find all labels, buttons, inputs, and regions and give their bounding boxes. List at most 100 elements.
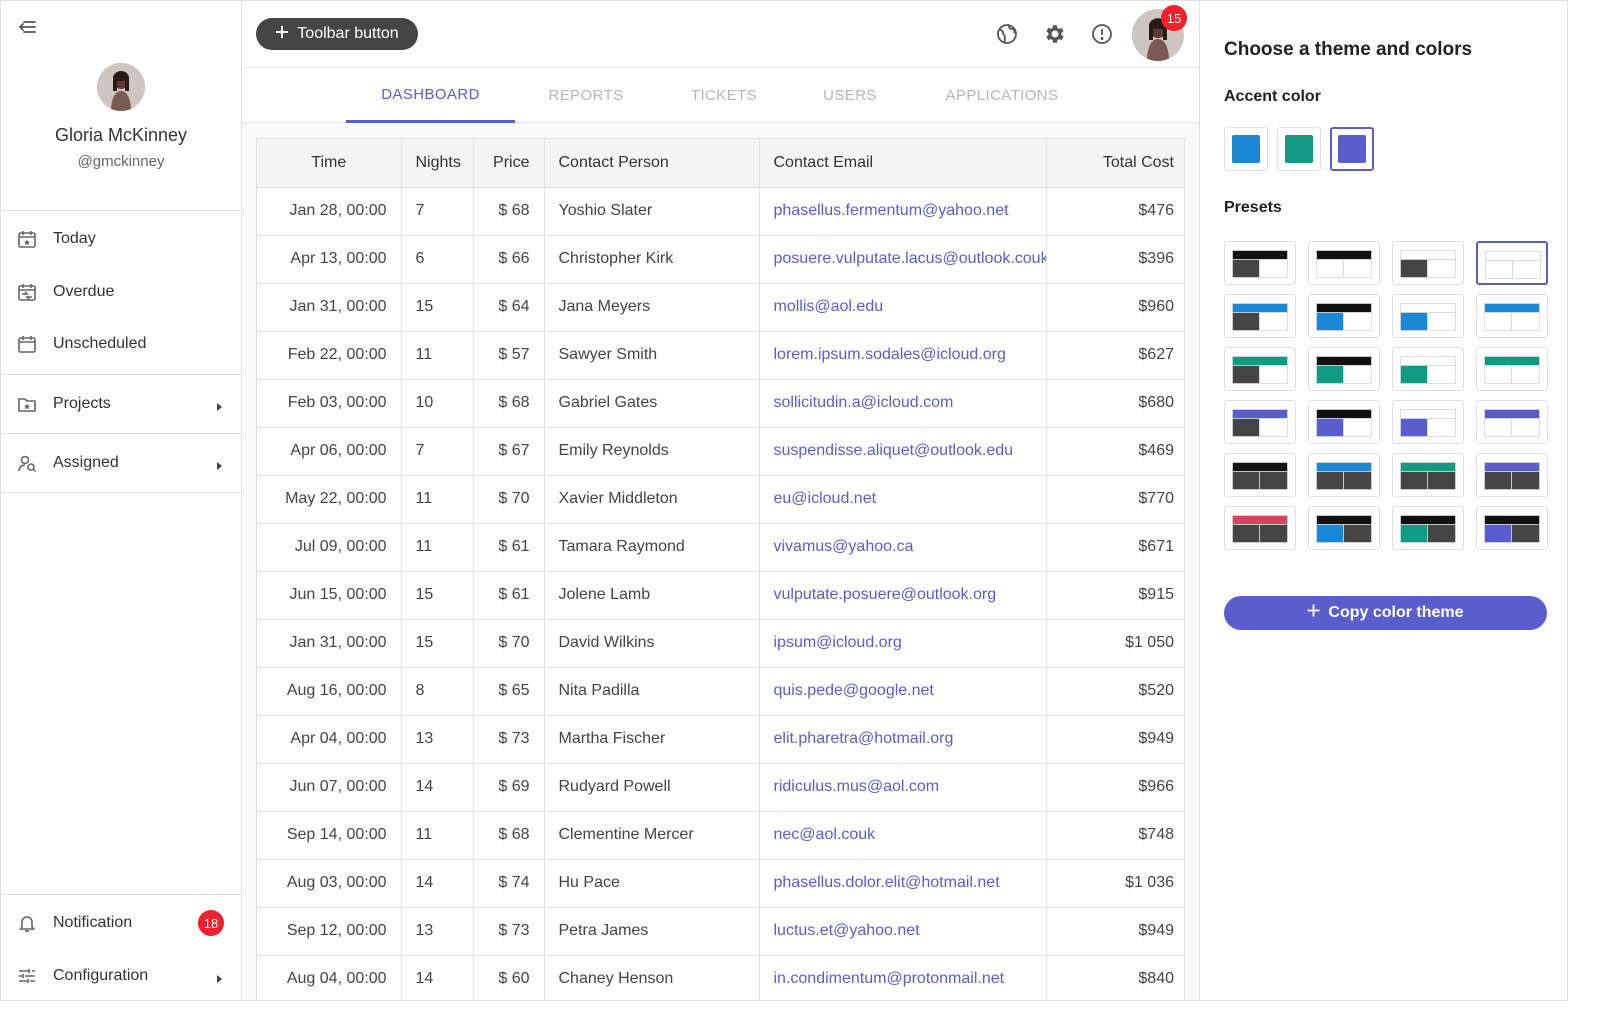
nav-item-projects[interactable]: Projects — [1, 382, 241, 426]
preset-preview — [1484, 515, 1540, 543]
cell-contact-email[interactable]: nec@aol.couk — [759, 811, 1047, 860]
accent-swatch[interactable] — [1224, 127, 1268, 171]
column-header-time[interactable]: Time — [257, 139, 402, 188]
cell-contact-email[interactable]: ipsum@icloud.org — [759, 619, 1047, 668]
cell-contact-email[interactable]: mollis@aol.edu — [759, 283, 1047, 332]
copy-color-theme-button[interactable]: Copy color theme — [1224, 596, 1547, 630]
cell-time: Jan 31, 00:00 — [257, 619, 402, 668]
table-row[interactable]: Jun 15, 00:00 15 $ 61 Jolene Lamb vulputate.… — [257, 571, 1184, 620]
profile-avatar[interactable] — [97, 63, 145, 111]
preset-option[interactable] — [1392, 506, 1464, 550]
preset-option[interactable] — [1476, 453, 1548, 497]
preset-option[interactable] — [1476, 506, 1548, 550]
preset-option[interactable] — [1308, 294, 1380, 338]
preset-option[interactable] — [1392, 241, 1464, 285]
toolbar-button[interactable]: Toolbar button — [256, 18, 418, 50]
preset-option[interactable] — [1392, 453, 1464, 497]
preset-option[interactable] — [1476, 241, 1548, 285]
cell-contact-person: Rudyard Powell — [544, 763, 760, 812]
preset-option[interactable] — [1476, 347, 1548, 391]
cell-time: Jan 28, 00:00 — [257, 187, 402, 236]
column-header-price[interactable]: Price — [473, 139, 545, 188]
cell-contact-email[interactable]: suspendisse.aliquet@outlook.edu — [759, 427, 1047, 476]
table-row[interactable]: Apr 04, 00:00 13 $ 73 Martha Fischer elit.ph… — [257, 715, 1184, 764]
cell-total-cost: $748 — [1046, 811, 1184, 860]
cell-contact-email[interactable]: phasellus.fermentum@yahoo.net — [759, 187, 1047, 236]
cell-contact-email[interactable]: sollicitudin.a@icloud.com — [759, 379, 1047, 428]
preset-option[interactable] — [1308, 241, 1380, 285]
nav-item-overdue[interactable]: Overdue — [1, 270, 241, 314]
preset-option[interactable] — [1308, 506, 1380, 550]
cell-contact-email[interactable]: ridiculus.mus@aol.com — [759, 763, 1047, 812]
table-row[interactable]: Apr 13, 00:00 6 $ 66 Christopher Kirk posuer… — [257, 235, 1184, 284]
cell-contact-email[interactable]: posuere.vulputate.lacus@outlook.couk — [759, 235, 1047, 284]
preset-option[interactable] — [1308, 347, 1380, 391]
column-header-contact-person[interactable]: Contact Person — [544, 139, 760, 188]
nav-item-today[interactable]: Today — [1, 217, 241, 261]
table-row[interactable]: Jul 09, 00:00 11 $ 61 Tamara Raymond vivamus… — [257, 523, 1184, 572]
preset-option[interactable] — [1224, 241, 1296, 285]
table-row[interactable]: Jan 28, 00:00 7 $ 68 Yoshio Slater phasellus… — [257, 187, 1184, 236]
cell-contact-email[interactable]: elit.pharetra@hotmail.org — [759, 715, 1047, 764]
preset-option[interactable] — [1392, 400, 1464, 444]
table-row[interactable]: Sep 12, 00:00 13 $ 73 Petra James luctus.et@… — [257, 907, 1184, 956]
preset-option[interactable] — [1224, 294, 1296, 338]
tab-reports[interactable]: REPORTS — [515, 68, 657, 123]
table-row[interactable]: Sep 14, 00:00 11 $ 68 Clementine Mercer nec@… — [257, 811, 1184, 860]
preset-option[interactable] — [1308, 400, 1380, 444]
nav-item-configuration[interactable]: Configuration — [1, 954, 241, 998]
preset-option[interactable] — [1392, 347, 1464, 391]
preset-option[interactable] — [1308, 453, 1380, 497]
table-row[interactable]: Jun 07, 00:00 14 $ 69 Rudyard Powell ridicul… — [257, 763, 1184, 812]
tab-applications[interactable]: APPLICATIONS — [909, 68, 1095, 123]
table-row[interactable]: Jan 31, 00:00 15 $ 64 Jana Meyers mollis@aol… — [257, 283, 1184, 332]
accent-swatch[interactable] — [1277, 127, 1321, 171]
table-row[interactable]: Aug 04, 00:00 14 $ 60 Chaney Henson in.condi… — [257, 955, 1184, 1000]
nav-item-assigned[interactable]: Assigned — [1, 441, 241, 485]
cell-contact-email[interactable]: lorem.ipsum.sodales@icloud.org — [759, 331, 1047, 380]
cell-contact-person: Nita Padilla — [544, 667, 760, 716]
table-row[interactable]: Aug 03, 00:00 14 $ 74 Hu Pace phasellus.dolo… — [257, 859, 1184, 908]
cell-contact-email[interactable]: vulputate.posuere@outlook.org — [759, 571, 1047, 620]
cell-contact-email[interactable]: vivamus@yahoo.ca — [759, 523, 1047, 572]
preset-preview — [1484, 409, 1540, 437]
preset-option[interactable] — [1224, 506, 1296, 550]
table-row[interactable]: Feb 03, 00:00 10 $ 68 Gabriel Gates sollicit… — [257, 379, 1184, 428]
cell-contact-email[interactable]: luctus.et@yahoo.net — [759, 907, 1047, 956]
preset-option[interactable] — [1224, 400, 1296, 444]
gear-icon[interactable] — [1043, 22, 1067, 46]
nav-item-unscheduled[interactable]: Unscheduled — [1, 322, 241, 366]
preset-option[interactable] — [1476, 294, 1548, 338]
preset-option[interactable] — [1224, 453, 1296, 497]
cell-contact-email[interactable]: in.condimentum@protonmail.net — [759, 955, 1047, 1000]
cell-total-cost: $770 — [1046, 475, 1184, 524]
globe-icon[interactable] — [995, 22, 1019, 46]
table-row[interactable]: Jan 31, 00:00 15 $ 70 David Wilkins ipsum@ic… — [257, 619, 1184, 668]
cell-contact-email[interactable]: eu@icloud.net — [759, 475, 1047, 524]
table-row[interactable]: Feb 22, 00:00 11 $ 57 Sawyer Smith lorem.ips… — [257, 331, 1184, 380]
cell-contact-person: Jolene Lamb — [544, 571, 760, 620]
preset-option[interactable] — [1392, 294, 1464, 338]
alert-circle-icon[interactable] — [1090, 22, 1114, 46]
tab-dashboard[interactable]: DASHBOARD — [346, 68, 515, 123]
table-row[interactable]: Aug 16, 00:00 8 $ 65 Nita Padilla quis.pede@… — [257, 667, 1184, 716]
table-row[interactable]: Apr 06, 00:00 7 $ 67 Emily Reynolds suspendi… — [257, 427, 1184, 476]
preset-option[interactable] — [1224, 347, 1296, 391]
collapse-sidebar-icon[interactable] — [15, 15, 39, 39]
tab-users[interactable]: USERS — [791, 68, 909, 123]
cell-contact-person: Gabriel Gates — [544, 379, 760, 428]
column-header-contact-email[interactable]: Contact Email — [759, 139, 1047, 188]
column-header-total-cost[interactable]: Total Cost — [1046, 139, 1184, 188]
cell-contact-email[interactable]: phasellus.dolor.elit@hotmail.net — [759, 859, 1047, 908]
top-toolbar: Toolbar button 15 — [242, 1, 1199, 68]
preset-preview — [1484, 462, 1540, 490]
accent-swatch[interactable] — [1330, 127, 1374, 171]
preset-preview — [1316, 250, 1372, 278]
cell-contact-email[interactable]: quis.pede@google.net — [759, 667, 1047, 716]
tab-tickets[interactable]: TICKETS — [657, 68, 791, 123]
cell-nights: 11 — [401, 331, 474, 380]
nav-item-notification[interactable]: Notification 18 — [1, 901, 241, 945]
column-header-nights[interactable]: Nights — [401, 139, 474, 188]
table-row[interactable]: May 22, 00:00 11 $ 70 Xavier Middleton eu@ic… — [257, 475, 1184, 524]
preset-option[interactable] — [1476, 400, 1548, 444]
